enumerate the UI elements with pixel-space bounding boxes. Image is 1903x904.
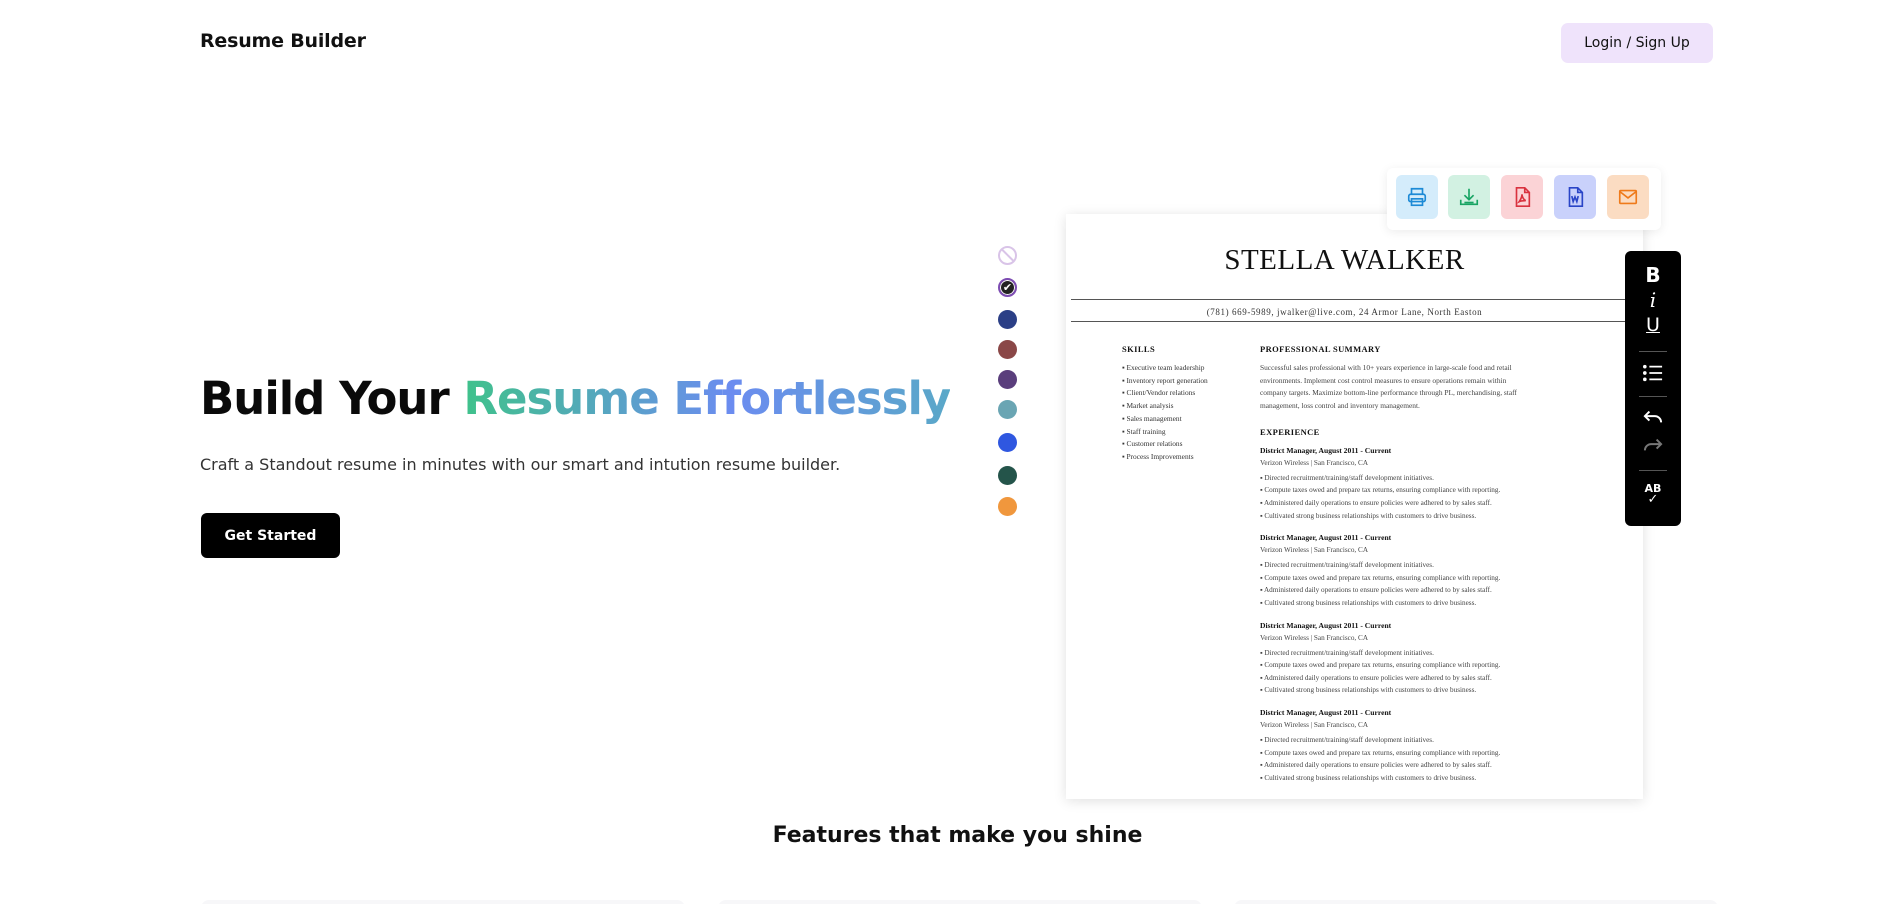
skill-item[interactable]: Inventory report generation xyxy=(1122,375,1242,388)
job-bullet: Directed recruitment/training/staff deve… xyxy=(1260,559,1535,572)
job-bullet: Administered daily operations to ensure … xyxy=(1260,672,1535,685)
swatch-selected[interactable]: ✔ xyxy=(998,278,1017,297)
hero-title-plain: Build Your xyxy=(200,372,464,425)
resume-contact[interactable]: (781) 669-5989, jwalker@live.com, 24 Arm… xyxy=(1066,307,1623,317)
hero-title-gradient: Resume Effortlessly xyxy=(463,372,951,425)
skill-item[interactable]: Staff training xyxy=(1122,426,1242,439)
bold-button[interactable]: B xyxy=(1625,263,1681,287)
experience-entry[interactable]: District Manager, August 2011 - Current V… xyxy=(1260,445,1535,522)
spellcheck-button[interactable]: AB ✓ xyxy=(1625,483,1681,507)
job-bullet: Directed recruitment/training/staff deve… xyxy=(1260,734,1535,747)
resume-skills-section: SKILLS Executive team leadershipInventor… xyxy=(1122,344,1242,464)
feature-card xyxy=(201,900,685,904)
skill-item[interactable]: Sales management xyxy=(1122,413,1242,426)
word-icon xyxy=(1568,187,1584,207)
feature-card xyxy=(718,900,1202,904)
job-title: District Manager, August 2011 - Current xyxy=(1260,707,1392,717)
download-icon xyxy=(1459,188,1479,206)
swatch-purple[interactable] xyxy=(998,370,1017,389)
swatch-green[interactable] xyxy=(998,466,1017,485)
list-button[interactable] xyxy=(1625,363,1681,387)
skill-item[interactable]: Client/Vendor relations xyxy=(1122,387,1242,400)
job-bullet: Administered daily operations to ensure … xyxy=(1260,759,1535,772)
job-bullet: Cultivated strong business relationships… xyxy=(1260,510,1535,523)
export-toolbar xyxy=(1387,168,1661,230)
undo-icon xyxy=(1643,410,1663,423)
job-title: District Manager, August 2011 - Current xyxy=(1260,533,1392,543)
swatch-brown[interactable] xyxy=(998,340,1017,359)
swatch-navy[interactable] xyxy=(998,310,1017,329)
check-icon: ✔ xyxy=(1002,281,1013,294)
experience-heading: EXPERIENCE xyxy=(1260,426,1320,437)
divider xyxy=(1071,321,1638,322)
job-bullet: Compute taxes owed and prepare tax retur… xyxy=(1260,747,1535,760)
resume-main-section: PROFESSIONAL SUMMARY Successful sales pr… xyxy=(1260,344,1535,794)
resume-preview[interactable]: STELLA WALKER (781) 669-5989, jwalker@li… xyxy=(1066,214,1643,799)
redo-icon xyxy=(1643,438,1663,451)
list-icon xyxy=(1643,364,1663,382)
experience-entry[interactable]: District Manager, August 2011 - Current V… xyxy=(1260,707,1535,784)
email-icon xyxy=(1618,189,1638,205)
skill-item[interactable]: Executive team leadership xyxy=(1122,362,1242,375)
skill-item[interactable]: Process Improvements xyxy=(1122,451,1242,464)
brand-logo[interactable]: Resume Builder xyxy=(200,30,366,52)
job-bullet: Cultivated strong business relationships… xyxy=(1260,597,1535,610)
job-bullet: Cultivated strong business relationships… xyxy=(1260,684,1535,697)
check-icon: ✓ xyxy=(1647,492,1659,507)
swatch-orange[interactable] xyxy=(998,497,1017,516)
experience-list: District Manager, August 2011 - Current V… xyxy=(1260,445,1535,785)
skills-list: Executive team leadershipInventory repor… xyxy=(1122,362,1242,464)
login-signup-button[interactable]: Login / Sign Up xyxy=(1561,23,1713,63)
summary-text[interactable]: Successful sales professional with 10+ y… xyxy=(1260,362,1535,413)
experience-entry[interactable]: District Manager, August 2011 - Current V… xyxy=(1260,620,1535,697)
job-company: Verizon Wireless | San Francisco, CA xyxy=(1260,633,1369,642)
italic-button[interactable]: i xyxy=(1625,288,1681,312)
word-export-button[interactable] xyxy=(1554,175,1596,219)
download-button[interactable] xyxy=(1448,175,1490,219)
formatting-toolbar: B i U AB ✓ xyxy=(1625,251,1681,526)
get-started-button[interactable]: Get Started xyxy=(201,513,340,558)
swatch-no-color[interactable] xyxy=(998,246,1017,265)
feature-card xyxy=(1234,900,1718,904)
redo-button[interactable] xyxy=(1625,436,1681,458)
job-bullet: Administered daily operations to ensure … xyxy=(1260,584,1535,597)
job-bullet: Cultivated strong business relationships… xyxy=(1260,772,1535,785)
pdf-export-button[interactable] xyxy=(1501,175,1543,219)
job-title: District Manager, August 2011 - Current xyxy=(1260,620,1392,630)
job-company: Verizon Wireless | San Francisco, CA xyxy=(1260,458,1369,467)
job-title: District Manager, August 2011 - Current xyxy=(1260,445,1392,455)
swatch-teal[interactable] xyxy=(998,400,1017,419)
divider xyxy=(1071,299,1638,300)
hero-title: Build Your Resume Effortlessly xyxy=(200,372,951,425)
toolbar-divider xyxy=(1639,396,1667,397)
printer-icon xyxy=(1407,187,1427,207)
pdf-icon xyxy=(1515,187,1531,207)
skill-item[interactable]: Customer relations xyxy=(1122,438,1242,451)
underline-button[interactable]: U xyxy=(1625,314,1681,336)
site-header: Resume Builder Login / Sign Up xyxy=(0,0,1903,86)
job-bullet: Administered daily operations to ensure … xyxy=(1260,497,1535,510)
job-bullet: Directed recruitment/training/staff deve… xyxy=(1260,472,1535,485)
toolbar-divider xyxy=(1639,470,1667,471)
skill-item[interactable]: Market analysis xyxy=(1122,400,1242,413)
job-company: Verizon Wireless | San Francisco, CA xyxy=(1260,720,1369,729)
job-bullet: Compute taxes owed and prepare tax retur… xyxy=(1260,572,1535,585)
job-bullet: Directed recruitment/training/staff deve… xyxy=(1260,647,1535,660)
print-button[interactable] xyxy=(1396,175,1438,219)
resume-name[interactable]: STELLA WALKER xyxy=(1066,244,1623,277)
job-company: Verizon Wireless | San Francisco, CA xyxy=(1260,546,1369,555)
job-bullet: Compute taxes owed and prepare tax retur… xyxy=(1260,659,1535,672)
toolbar-divider xyxy=(1639,351,1667,352)
hero-subtitle: Craft a Standout resume in minutes with … xyxy=(200,455,841,474)
email-button[interactable] xyxy=(1607,175,1649,219)
features-heading: Features that make you shine xyxy=(772,823,1143,848)
summary-heading: PROFESSIONAL SUMMARY xyxy=(1260,344,1381,354)
skills-heading: SKILLS xyxy=(1122,344,1156,354)
undo-button[interactable] xyxy=(1625,408,1681,430)
experience-entry[interactable]: District Manager, August 2011 - Current V… xyxy=(1260,532,1535,609)
job-bullet: Compute taxes owed and prepare tax retur… xyxy=(1260,484,1535,497)
swatch-blue[interactable] xyxy=(998,433,1017,452)
